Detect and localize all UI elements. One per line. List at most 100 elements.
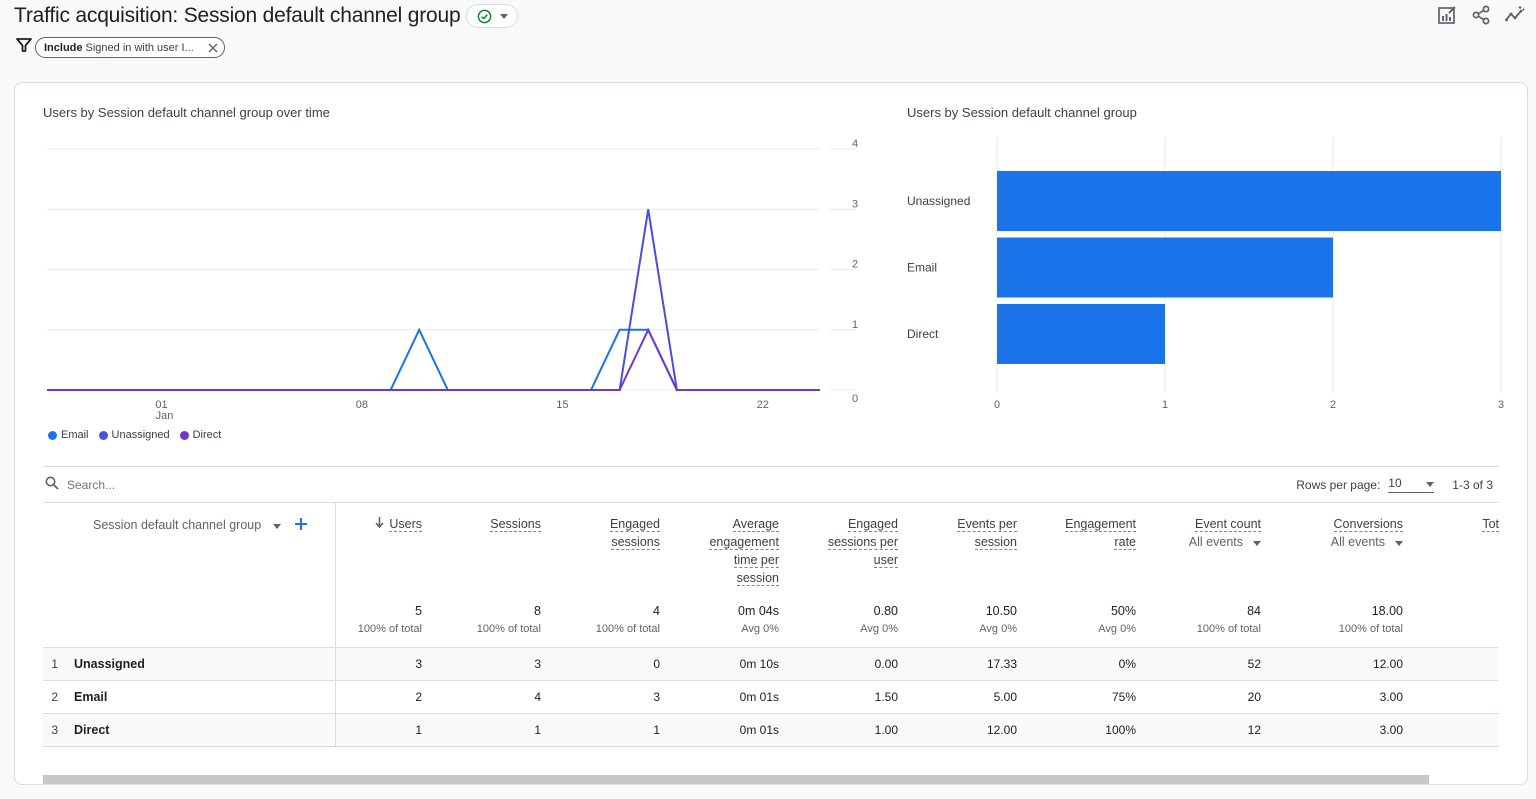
column-header-label: Conversions: [1333, 517, 1403, 532]
total-subtext: Avg 0%: [979, 623, 1017, 635]
table-row[interactable]: 1 Unassigned 3 3 0 0m 10s 0.00 17.33 0% 52 12.00: [43, 646, 1499, 680]
metric-cell: 3: [440, 646, 559, 680]
dimension-header-label[interactable]: Session default channel group: [93, 516, 261, 534]
total-subtext: 100% of total: [1196, 623, 1261, 635]
column-header[interactable]: Tot: [1421, 503, 1499, 603]
filter-icon[interactable]: [16, 37, 32, 58]
column-header[interactable]: Events per session: [916, 503, 1035, 603]
report-actions: [1436, 4, 1526, 26]
metric-selector[interactable]: All events: [1154, 535, 1261, 549]
dimension-cell: 1 Unassigned: [43, 646, 336, 680]
page-title: Traffic acquisition: Session default cha…: [14, 4, 461, 27]
y-tick-label: 3: [852, 198, 858, 210]
total-subtext: 100% of total: [357, 623, 422, 635]
column-header-label: Event count: [1194, 517, 1261, 532]
horizontal-scrollbar[interactable]: [43, 775, 1429, 784]
bar-unassigned[interactable]: [997, 171, 1501, 231]
legend-label: Email: [61, 429, 89, 441]
metric-cell: 0m 01s: [678, 679, 797, 713]
column-header[interactable]: Engagement rate: [1035, 503, 1154, 603]
chevron-down-icon[interactable]: [273, 518, 282, 532]
column-header-label: Users: [389, 517, 422, 532]
metric-cell: 75%: [1035, 679, 1154, 713]
legend-item-unassigned[interactable]: Unassigned: [98, 429, 170, 441]
total-subtext: 100% of total: [1338, 623, 1403, 635]
share-icon[interactable]: [1470, 4, 1492, 26]
column-header-label: session: [974, 535, 1017, 550]
rows-per-page-value: 10: [1388, 476, 1402, 490]
series-line-unassigned[interactable]: [47, 209, 820, 391]
metric-selector-value: All events: [1330, 535, 1385, 549]
customize-report-icon[interactable]: [1436, 4, 1458, 26]
column-header[interactable]: Users: [335, 503, 440, 603]
metric-cell: 12: [1154, 712, 1279, 747]
filter-chip[interactable]: Include Signed in with user I...: [35, 37, 225, 58]
rows-per-page: Rows per page: 10: [1296, 476, 1435, 493]
column-header[interactable]: Average engagement time per session: [678, 503, 797, 603]
dimension-value[interactable]: Unassigned: [74, 657, 145, 671]
x-tick-label: 2: [1330, 399, 1336, 411]
category-label: Email: [907, 261, 937, 275]
total-value: 0.80: [873, 604, 898, 618]
legend-dot-email: [48, 430, 57, 440]
bar-direct[interactable]: [997, 304, 1165, 364]
bar-email[interactable]: [997, 237, 1333, 298]
dimension-value[interactable]: Direct: [74, 723, 109, 737]
column-header-label: Tot: [1482, 517, 1499, 532]
bar-chart: 0 1 2 3 Unassigned Email Direct: [907, 137, 1504, 411]
column-header[interactable]: Event count All events: [1154, 503, 1279, 603]
line-chart-title: Users by Session default channel group o…: [43, 105, 330, 120]
close-icon[interactable]: [208, 43, 218, 53]
table-row[interactable]: 2 Email 2 4 3 0m 01s 1.50 5.00 75% 20 3.00: [43, 679, 1499, 713]
x-tick-label: 15: [556, 399, 568, 411]
add-dimension-icon[interactable]: [295, 517, 308, 533]
column-header[interactable]: Engaged sessions per user: [797, 503, 916, 603]
data-table: Session default channel group Users Sessi…: [43, 503, 1499, 747]
column-header-label: Engagement: [1065, 517, 1136, 532]
total-value: 8: [534, 604, 541, 618]
chevron-down-icon: [1253, 535, 1261, 549]
metric-cell: 3: [559, 679, 678, 713]
total-value: 5: [415, 604, 422, 618]
x-tick-label: 0: [994, 399, 1000, 411]
total-value: 84: [1247, 604, 1261, 618]
metric-cell: 3.00: [1279, 712, 1421, 747]
totals-cell: 84 100% of total: [1154, 603, 1279, 647]
metric-selector[interactable]: All events: [1279, 535, 1403, 549]
column-header[interactable]: Engaged sessions: [559, 503, 678, 603]
insights-icon[interactable]: [1504, 4, 1526, 26]
sort-descending-icon[interactable]: [375, 517, 384, 531]
table-totals-row: 5 100% of total 8 100% of total 4 100% of tot…: [43, 603, 1499, 647]
totals-cell: 50% Avg 0%: [1035, 603, 1154, 647]
row-index: 3: [51, 722, 58, 737]
table-row[interactable]: 3 Direct 1 1 1 0m 01s 1.00 12.00 100% 12 3.00: [43, 712, 1499, 747]
x-tick-label: 22: [757, 399, 769, 411]
row-index: 2: [51, 689, 58, 704]
line-chart-legend: Email Unassigned Direct: [48, 429, 221, 441]
report-card: Users by Session default channel group o…: [14, 82, 1528, 785]
metric-cell: [1421, 646, 1499, 680]
pagination-info: 1-3 of 3: [1452, 477, 1493, 492]
total-subtext: Avg 0%: [1098, 623, 1136, 635]
legend-label: Unassigned: [111, 429, 170, 441]
totals-cell: 5 100% of total: [335, 603, 440, 647]
legend-item-email[interactable]: Email: [48, 429, 89, 441]
search-input[interactable]: [67, 477, 367, 492]
column-header[interactable]: Sessions: [440, 503, 559, 603]
column-header-label: Sessions: [490, 517, 541, 532]
metric-selector-value: All events: [1188, 535, 1243, 549]
series-line-email[interactable]: [47, 327, 820, 391]
legend-item-direct[interactable]: Direct: [179, 429, 221, 441]
category-label: Direct: [907, 327, 939, 341]
dimension-header: Session default channel group: [43, 503, 336, 603]
totals-cell: 10.50 Avg 0%: [916, 603, 1035, 647]
column-header[interactable]: Conversions All events: [1279, 503, 1421, 603]
dimension-value[interactable]: Email: [74, 690, 107, 704]
report-status-button[interactable]: [466, 4, 519, 28]
x-tick-label: 08: [356, 399, 368, 411]
column-header-label: time per: [733, 553, 779, 568]
rows-per-page-select[interactable]: 10: [1388, 476, 1435, 493]
totals-cell: 0m 04s Avg 0%: [678, 603, 797, 647]
filter-row: Include Signed in with user I...: [16, 37, 225, 58]
totals-cell: [1421, 603, 1499, 647]
